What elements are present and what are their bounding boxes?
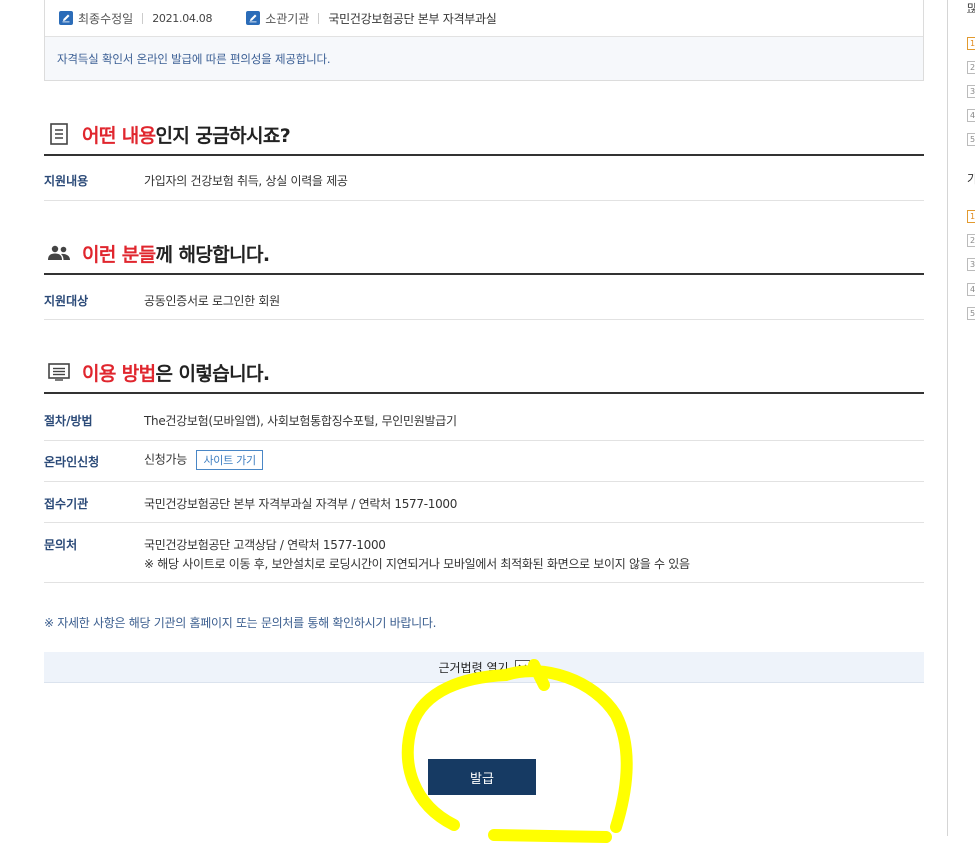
sidebar-heading-1: 많 [967, 0, 975, 13]
row-value: 공동인증서로 로그인한 회원 [144, 294, 280, 308]
divider [142, 12, 144, 24]
people-icon [46, 241, 72, 265]
law-toggle-label: 근거법령 열기 [438, 660, 509, 675]
row-note: ※ 해당 사이트로 이동 후, 보안설치로 로딩시간이 지연되거나 모바일에서 … [144, 557, 690, 571]
rank-badge[interactable]: 5 [967, 307, 975, 320]
row-procedure: 절차/방법 The건강보험(모바일앱), 사회보험통합징수포털, 무인민원발급기 [44, 394, 924, 441]
document-icon [46, 122, 72, 146]
service-info-box: 최종수정일 2021.04.08 소관기관 국민건강보험공단 본부 자격부과실 … [44, 0, 924, 81]
row-label: 문의처 [44, 538, 78, 552]
rank-badge[interactable]: 3 [967, 85, 975, 98]
rank-badge[interactable]: 1 [967, 37, 975, 50]
row-label: 절차/방법 [44, 414, 93, 428]
section-method-header: 이용 방법은 이렇습니다. [44, 352, 924, 394]
list-window-icon [46, 360, 72, 384]
row-support-target: 지원대상 공동인증서로 로그인한 회원 [44, 275, 924, 320]
row-value: 신청가능 사이트 가기 [144, 450, 263, 470]
service-summary: 자격득실 확인서 온라인 발급에 따른 편의성을 제공합니다. [45, 36, 923, 80]
row-label: 접수기관 [44, 497, 89, 511]
section-title: 이런 분들께 해당합니다. [82, 243, 270, 266]
rank-badge[interactable]: 2 [967, 61, 975, 74]
section-content-header: 어떤 내용인지 궁금하시죠? [44, 114, 924, 156]
last-modified-value: 2021.04.08 [152, 11, 213, 25]
row-label: 지원내용 [44, 174, 89, 188]
agency-value: 국민건강보험공단 본부 자격부과실 [328, 11, 497, 26]
edit-icon [246, 11, 261, 25]
divider [318, 12, 320, 24]
row-inquiry: 문의처 국민건강보험공단 고객상담 / 연락처 1577-1000 ※ 해당 사… [44, 523, 924, 583]
edit-icon [59, 11, 73, 25]
row-support-content: 지원내용 가입자의 건강보험 취득, 상실 이력을 제공 [44, 156, 924, 201]
section-target-header: 이런 분들께 해당합니다. [44, 233, 924, 275]
rank-badge[interactable]: 4 [967, 109, 975, 122]
online-status: 신청가능 [144, 452, 187, 467]
row-value: 가입자의 건강보험 취득, 상실 이력을 제공 [144, 174, 348, 188]
row-value: The건강보험(모바일앱), 사회보험통합징수포털, 무인민원발급기 [144, 414, 457, 428]
sidebar-divider [947, 0, 948, 836]
rank-badge[interactable]: 5 [967, 133, 975, 146]
site-link-button[interactable]: 사이트 가기 [196, 450, 263, 470]
meta-row: 최종수정일 2021.04.08 소관기관 국민건강보험공단 본부 자격부과실 [45, 0, 923, 36]
notice-text: ※ 자세한 사항은 해당 기관의 홈페이지 또는 문의처를 통해 확인하시기 바… [44, 616, 437, 630]
row-value: 국민건강보험공단 본부 자격부과실 자격부 / 연락처 1577-1000 [144, 497, 458, 511]
rank-badge[interactable]: 3 [967, 258, 975, 271]
row-label: 지원대상 [44, 294, 89, 308]
issue-button[interactable]: 발급 [428, 759, 536, 795]
section-title: 이용 방법은 이렇습니다. [82, 362, 270, 385]
annotation-circle [401, 659, 633, 843]
last-modified-label: 최종수정일 [78, 11, 134, 26]
row-value: 국민건강보험공단 고객상담 / 연락처 1577-1000 [144, 538, 386, 552]
sidebar-heading-2: 가 [967, 172, 975, 186]
section-title: 어떤 내용인지 궁금하시죠? [82, 124, 291, 147]
row-label: 온라인신청 [44, 455, 100, 469]
row-reception: 접수기관 국민건강보험공단 본부 자격부과실 자격부 / 연락처 1577-10… [44, 482, 924, 523]
law-toggle-bar[interactable]: 근거법령 열기 [44, 652, 924, 683]
rank-badge[interactable]: 2 [967, 234, 975, 247]
last-modified: 최종수정일 2021.04.08 [59, 10, 212, 27]
agency: 소관기관 국민건강보험공단 본부 자격부과실 [246, 10, 497, 27]
row-online-apply: 온라인신청 신청가능 사이트 가기 [44, 441, 924, 482]
agency-label: 소관기관 [265, 11, 310, 26]
rank-badge[interactable]: 4 [967, 283, 975, 296]
rank-badge[interactable]: 1 [967, 210, 975, 223]
chevron-down-icon[interactable] [514, 659, 530, 675]
